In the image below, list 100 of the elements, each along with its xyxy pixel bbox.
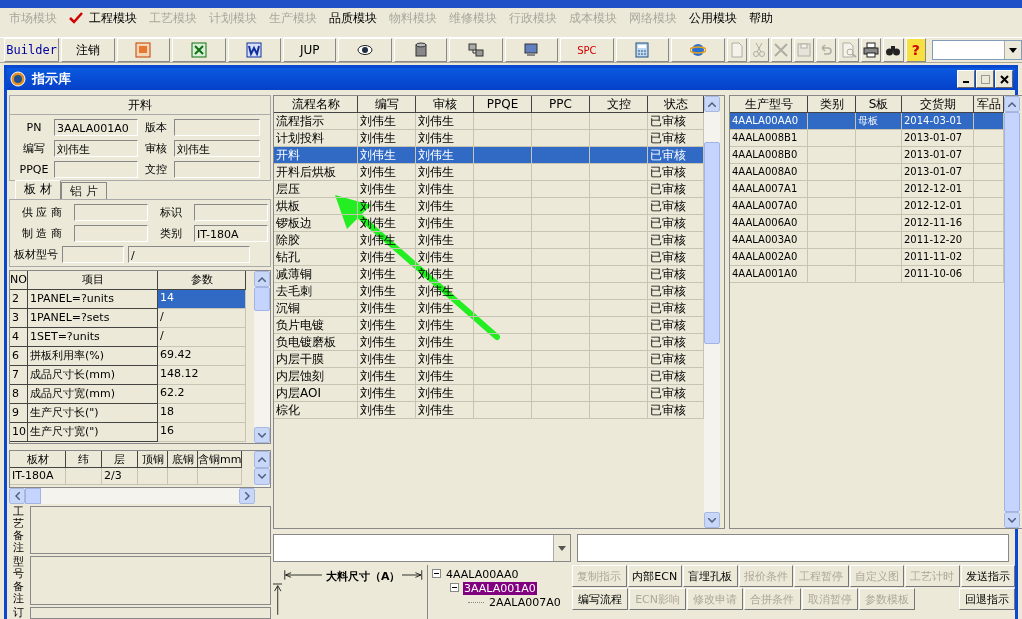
table-cell[interactable] [532, 215, 590, 232]
column-header[interactable]: 类别 [808, 96, 856, 113]
table-cell[interactable]: 刘伟生 [358, 164, 416, 181]
globe-button[interactable] [671, 38, 725, 62]
calc-button[interactable] [615, 38, 670, 62]
table-cell[interactable]: 2014-03-01 [902, 113, 974, 130]
table-cell[interactable] [856, 164, 902, 181]
table-cell[interactable] [474, 164, 532, 181]
table-cell[interactable] [808, 198, 856, 215]
table-cell[interactable]: 4AALA007A0 [730, 198, 808, 215]
table-cell[interactable]: 锣板边 [274, 215, 358, 232]
table-cell[interactable]: 刘伟生 [416, 385, 474, 402]
column-header[interactable]: 审核 [416, 96, 474, 113]
text-field[interactable]: / [128, 246, 250, 263]
table-cell[interactable] [532, 249, 590, 266]
eye-button[interactable] [338, 38, 392, 62]
table-cell[interactable] [532, 300, 590, 317]
action-button[interactable]: 回退指示 [958, 588, 1015, 610]
action-button[interactable]: 发送指示 [960, 565, 1015, 587]
table-cell[interactable] [532, 402, 590, 419]
menu-item[interactable]: 品质模块 [323, 9, 383, 27]
toolbar-dropdown[interactable] [931, 40, 1022, 60]
column-header[interactable]: 交货期 [902, 96, 974, 113]
table-cell[interactable]: 刘伟生 [358, 317, 416, 334]
table-cell[interactable] [532, 232, 590, 249]
table-cell[interactable]: 4AALA007A1 [730, 181, 808, 198]
table-cell[interactable] [532, 266, 590, 283]
table-cell[interactable] [474, 232, 532, 249]
table-cell[interactable] [590, 181, 648, 198]
text-field[interactable] [174, 119, 260, 136]
table-cell[interactable]: 内层干膜 [274, 351, 358, 368]
table-cell[interactable]: 4AALA003A0 [730, 232, 808, 249]
monitor-button[interactable] [504, 38, 559, 62]
table-cell[interactable]: 刘伟生 [358, 402, 416, 419]
table-cell[interactable] [532, 385, 590, 402]
column-header[interactable]: 板材 [10, 451, 66, 468]
column-header[interactable]: 顶铜 [138, 451, 168, 468]
table-cell[interactable] [474, 283, 532, 300]
table-cell[interactable] [974, 215, 1004, 232]
text-field[interactable]: 刘伟生 [174, 140, 260, 157]
table-cell[interactable]: 流程指示 [274, 113, 358, 130]
doc-button[interactable] [227, 38, 281, 62]
table-cell[interactable] [474, 351, 532, 368]
table-cell[interactable]: 2013-01-07 [902, 130, 974, 147]
table-cell[interactable] [590, 317, 648, 334]
table-cell[interactable] [590, 300, 648, 317]
table-cell[interactable] [532, 368, 590, 385]
table-cell[interactable] [532, 164, 590, 181]
table-cell[interactable]: 刘伟生 [358, 266, 416, 283]
column-header[interactable]: 含铜mm [198, 451, 242, 468]
table-cell[interactable]: 沉铜 [274, 300, 358, 317]
table-cell[interactable] [808, 181, 856, 198]
table-cell[interactable] [590, 249, 648, 266]
table-cell[interactable]: 内层AOI [274, 385, 358, 402]
table-cell[interactable] [808, 215, 856, 232]
table-cell[interactable]: 4AALA008A0 [730, 164, 808, 181]
scroll-thumb[interactable] [25, 488, 41, 504]
sheet-button[interactable] [172, 38, 226, 62]
table-cell[interactable] [590, 334, 648, 351]
table-cell[interactable] [590, 113, 648, 130]
table-cell[interactable]: 刘伟生 [416, 368, 474, 385]
table-cell[interactable] [590, 215, 648, 232]
dropdown[interactable] [273, 534, 571, 562]
table-cell[interactable]: 母板 [856, 113, 902, 130]
table-cell[interactable]: 刘伟生 [416, 317, 474, 334]
table-cell[interactable] [532, 181, 590, 198]
tree-item[interactable]: 3AALA001A0 [463, 581, 537, 595]
table-cell[interactable] [474, 113, 532, 130]
table-cell[interactable] [808, 164, 856, 181]
column-header[interactable]: S板 [856, 96, 902, 113]
table-cell[interactable]: 钻孔 [274, 249, 358, 266]
table-cell[interactable] [474, 198, 532, 215]
table-cell[interactable]: 62.2 [158, 385, 246, 404]
collapse-toggle[interactable] [432, 567, 441, 581]
table-cell[interactable] [474, 181, 532, 198]
table-cell[interactable]: 刘伟生 [416, 402, 474, 419]
table-cell[interactable] [808, 232, 856, 249]
table-cell[interactable]: 刘伟生 [358, 334, 416, 351]
tree-item[interactable]: 4AALA00AA0 [445, 567, 520, 581]
table-cell[interactable]: 内层蚀刻 [274, 368, 358, 385]
table-cell[interactable] [474, 147, 532, 164]
text-area[interactable] [30, 606, 271, 619]
column-header[interactable]: 状态 [648, 96, 704, 113]
maximize-button[interactable] [976, 70, 994, 88]
table-cell[interactable] [590, 368, 648, 385]
table-cell[interactable]: 刘伟生 [416, 232, 474, 249]
table-cell[interactable] [474, 334, 532, 351]
table-cell[interactable]: 层压 [274, 181, 358, 198]
table-cell[interactable]: 刘伟生 [416, 147, 474, 164]
table-cell[interactable]: 2011-12-20 [902, 232, 974, 249]
table-cell[interactable]: 刘伟生 [416, 215, 474, 232]
text-field[interactable]: IT-180A [194, 225, 268, 242]
table-cell[interactable]: 4AALA00AA0 [730, 113, 808, 130]
tab[interactable]: 铝 片 [60, 182, 107, 199]
column-header[interactable]: 编写 [358, 96, 416, 113]
table-cell[interactable]: 刘伟生 [416, 351, 474, 368]
table-cell[interactable]: 4AALA008B1 [730, 130, 808, 147]
scrollbar[interactable] [254, 451, 270, 487]
text-field[interactable] [74, 225, 148, 242]
text-field[interactable] [62, 246, 124, 263]
